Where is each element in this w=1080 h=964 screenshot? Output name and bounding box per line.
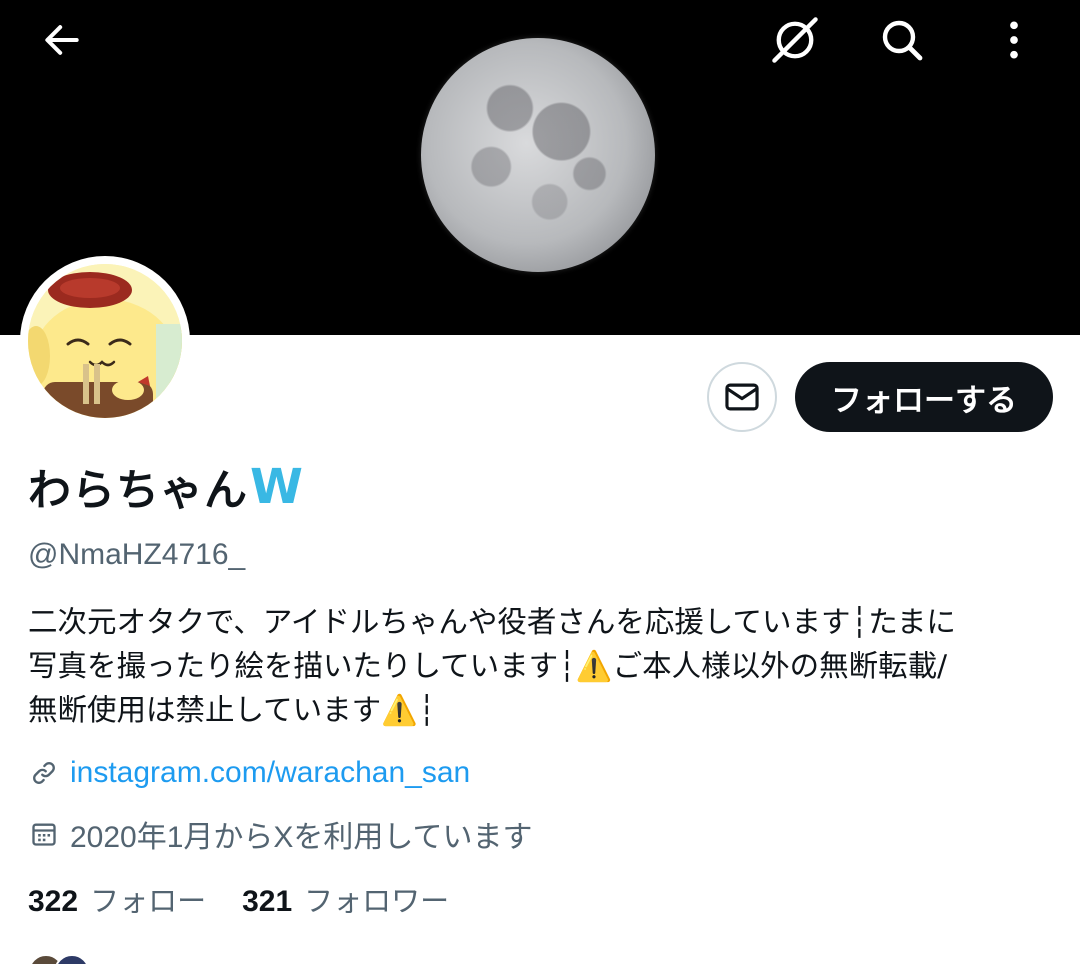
message-button[interactable]: [707, 362, 777, 432]
grok-icon: [772, 17, 818, 63]
followers-link[interactable]: 321 フォロワー: [242, 878, 449, 920]
avatar-image: [28, 264, 182, 418]
follow-stats: 322 フォロー 321 フォロワー: [28, 878, 485, 920]
joined-date: 2020年1月からXを利用しています: [70, 821, 533, 854]
more-vertical-icon: [1010, 21, 1018, 59]
user-handle: @NmaHZ4716_: [28, 538, 246, 571]
following-count: 322: [28, 885, 79, 918]
mail-icon: [725, 383, 759, 411]
website-row: instagram.com/warachan_san: [28, 756, 470, 790]
follow-button[interactable]: フォローする: [795, 362, 1053, 432]
grok-button[interactable]: [765, 10, 825, 70]
search-button[interactable]: [872, 10, 932, 70]
followers-label: フォロワー: [304, 884, 450, 918]
following-link[interactable]: 322 フォロー: [28, 878, 206, 920]
moon-image: [421, 38, 655, 272]
following-label: フォロー: [90, 884, 207, 918]
search-icon: [882, 20, 923, 61]
display-name-text: わらちゃん: [28, 466, 248, 516]
link-icon: [28, 757, 60, 789]
profile-bio: 二次元オタクで、アイドルちゃんや役者さんを応援しています┆たまに 写真を撮ったり…: [28, 605, 956, 727]
avatar[interactable]: [20, 256, 190, 426]
calendar-icon: [28, 818, 60, 850]
website-link[interactable]: instagram.com/warachan_san: [70, 756, 470, 790]
name-emoji: W: [250, 459, 303, 515]
avatar: [54, 954, 90, 964]
arrow-left-icon: [45, 25, 79, 55]
mutual-followers-avatars[interactable]: [28, 954, 98, 964]
display-name: わらちゃん W: [28, 456, 303, 518]
more-button[interactable]: [984, 10, 1044, 70]
back-button[interactable]: [32, 10, 92, 70]
followers-count: 321: [242, 885, 293, 918]
joined-row: 2020年1月からXを利用しています: [28, 812, 533, 856]
